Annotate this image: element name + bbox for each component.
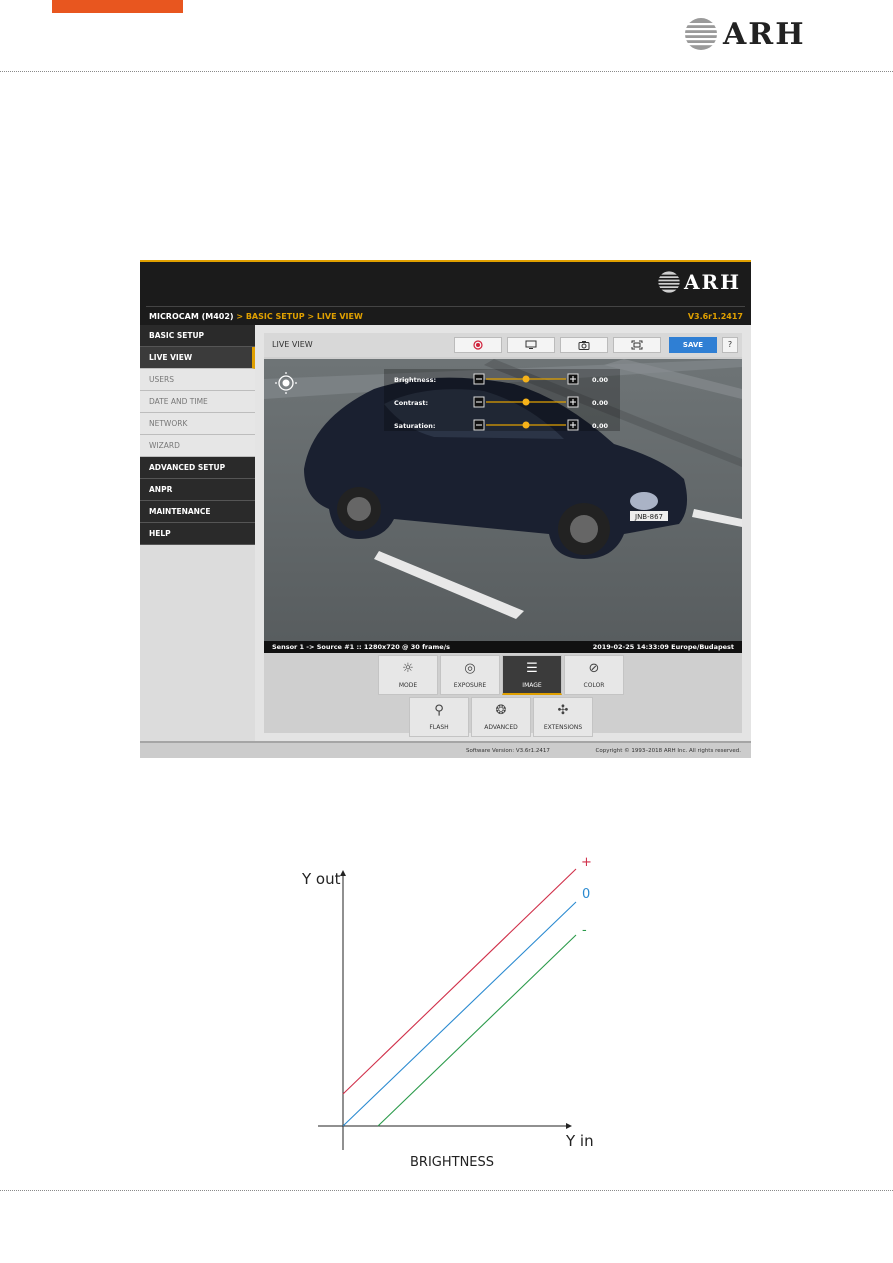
app-body: BASIC SETUP LIVE VIEW USERS DATE AND TIME NE… — [140, 325, 751, 741]
slider-label: Brightness: — [394, 376, 436, 384]
brightness-graph: Y out Y in BRIGHTNESS + 0 - — [301, 855, 594, 1170]
tile-flash[interactable]: ⚲ FLASH — [409, 697, 469, 737]
sidebar-item-wizard[interactable]: WIZARD — [140, 435, 255, 457]
app-footer: Software Version: V3.6r1.2417 Copyright … — [140, 741, 751, 758]
puzzle-icon: ✣ — [557, 703, 569, 718]
y-axis-arrow — [340, 870, 346, 876]
sidebar-item-maintenance[interactable]: MAINTENANCE — [140, 501, 255, 523]
sidebar-item-anpr[interactable]: ANPR — [140, 479, 255, 501]
slider-handle[interactable] — [522, 398, 530, 406]
arh-globe-icon — [683, 18, 719, 50]
arh-wordmark: ARH — [723, 16, 806, 52]
flash-icon: ⚲ — [434, 703, 444, 718]
curve-minus — [377, 934, 577, 1127]
timestamp: 2019-02-25 14:33:09 Europe/Budapest — [592, 643, 734, 651]
save-button[interactable]: SAVE — [669, 337, 717, 353]
record-button[interactable] — [454, 337, 502, 353]
live-view-panel: LIVE VIEW SAVE ? JNB-867 Brightness: 0.0… — [264, 333, 742, 737]
copyright: Copyright © 1993–2018 ARH Inc. All right… — [595, 748, 741, 754]
slider-value: 0.00 — [592, 399, 609, 407]
brain-icon: ❂ — [495, 703, 507, 718]
help-button[interactable]: ? — [722, 337, 738, 353]
sidebar-item-help[interactable]: HELP — [140, 523, 255, 545]
slider-handle[interactable] — [522, 375, 530, 383]
top-divider — [0, 71, 893, 72]
y-axis-label: Y out — [301, 870, 341, 888]
app-logo: ARH — [656, 270, 741, 294]
palette-icon: ⊘ — [588, 661, 600, 676]
header-rule — [146, 306, 745, 307]
label-minus: - — [582, 923, 587, 938]
sidebar-item-advanced-setup[interactable]: ADVANCED SETUP — [140, 457, 255, 479]
sidebar-item-users[interactable]: USERS — [140, 369, 255, 391]
software-version: Software Version: V3.6r1.2417 — [466, 748, 550, 754]
tile-label: IMAGE — [522, 682, 542, 689]
slider-value: 0.00 — [592, 422, 609, 430]
sliders-icon: ☰ — [526, 661, 538, 676]
camera-live-image: JNB-867 Brightness: 0.00 Contrast: 0.00 Satu… — [264, 359, 742, 641]
label-plus: + — [581, 855, 592, 870]
live-view-title: LIVE VIEW — [272, 340, 313, 349]
tile-mode[interactable]: ☼ MODE — [378, 655, 438, 695]
slider-handle[interactable] — [522, 421, 530, 429]
label-zero: 0 — [582, 887, 590, 902]
header-accent-bar — [52, 0, 183, 13]
tile-exposure[interactable]: ◎ EXPOSURE — [440, 655, 500, 695]
brightness-diagram: Y out Y in BRIGHTNESS + 0 - — [300, 850, 620, 1180]
tile-label: FLASH — [429, 724, 449, 731]
sensor-info: Sensor 1 -> Source #1 :: 1280x720 @ 30 f… — [272, 643, 450, 651]
x-axis-label: Y in — [565, 1132, 594, 1150]
live-view-toolbar: LIVE VIEW SAVE ? — [264, 333, 742, 357]
slider-label: Contrast: — [394, 399, 428, 407]
graph-caption: BRIGHTNESS — [410, 1155, 494, 1170]
sidebar-item-network[interactable]: NETWORK — [140, 413, 255, 435]
mode-icon: ☼ — [402, 661, 414, 676]
curve-plus — [342, 868, 577, 1095]
tile-advanced[interactable]: ❂ ADVANCED — [471, 697, 531, 737]
slider-value: 0.00 — [592, 376, 609, 384]
breadcrumb-device[interactable]: MICROCAM (M402) — [149, 312, 234, 321]
breadcrumb-text: MICROCAM (M402) > BASIC SETUP > LIVE VIE… — [149, 308, 363, 325]
breadcrumb: MICROCAM (M402) > BASIC SETUP > LIVE VIE… — [140, 308, 751, 325]
curve-zero — [342, 901, 577, 1127]
bottom-divider — [0, 1190, 893, 1191]
car-image: JNB-867 Brightness: 0.00 Contrast: 0.00 Satu… — [264, 359, 742, 641]
app-wordmark: ARH — [683, 270, 741, 294]
x-axis-arrow — [566, 1123, 572, 1129]
tile-label: ADVANCED — [484, 724, 518, 731]
sidebar-item-basic-setup[interactable]: BASIC SETUP — [140, 325, 255, 347]
camera-icon — [578, 341, 590, 350]
fullscreen-icon — [631, 340, 643, 350]
arh-globe-icon — [656, 271, 681, 293]
breadcrumb-path[interactable]: > BASIC SETUP > LIVE VIEW — [234, 312, 362, 321]
arh-logo: ARH — [683, 16, 806, 52]
tile-label: COLOR — [583, 682, 605, 689]
tile-label: EXTENSIONS — [543, 724, 583, 731]
tile-color[interactable]: ⊘ COLOR — [564, 655, 624, 695]
fullscreen-button[interactable] — [613, 337, 661, 353]
overlay-button[interactable] — [507, 337, 555, 353]
web-ui-screenshot: ARH MICROCAM (M402) > BASIC SETUP > LIVE… — [140, 260, 751, 758]
version-label: V3.6r1.2417 — [687, 312, 743, 321]
aperture-icon: ◎ — [464, 661, 476, 676]
sidebar-item-live-view[interactable]: LIVE VIEW — [140, 347, 255, 369]
snapshot-button[interactable] — [560, 337, 608, 353]
overlay-icon — [525, 340, 537, 349]
stream-info-bar: Sensor 1 -> Source #1 :: 1280x720 @ 30 f… — [264, 641, 742, 653]
tile-image[interactable]: ☰ IMAGE — [502, 655, 562, 695]
tile-label: MODE — [398, 682, 418, 689]
sidebar: BASIC SETUP LIVE VIEW USERS DATE AND TIME NE… — [140, 325, 255, 741]
app-header: ARH — [140, 260, 751, 308]
license-plate: JNB-867 — [634, 513, 663, 521]
sidebar-item-date-and-time[interactable]: DATE AND TIME — [140, 391, 255, 413]
record-icon — [473, 340, 483, 350]
slider-label: Saturation: — [394, 422, 435, 430]
tile-label: EXPOSURE — [453, 682, 487, 689]
tile-extensions[interactable]: ✣ EXTENSIONS — [533, 697, 593, 737]
